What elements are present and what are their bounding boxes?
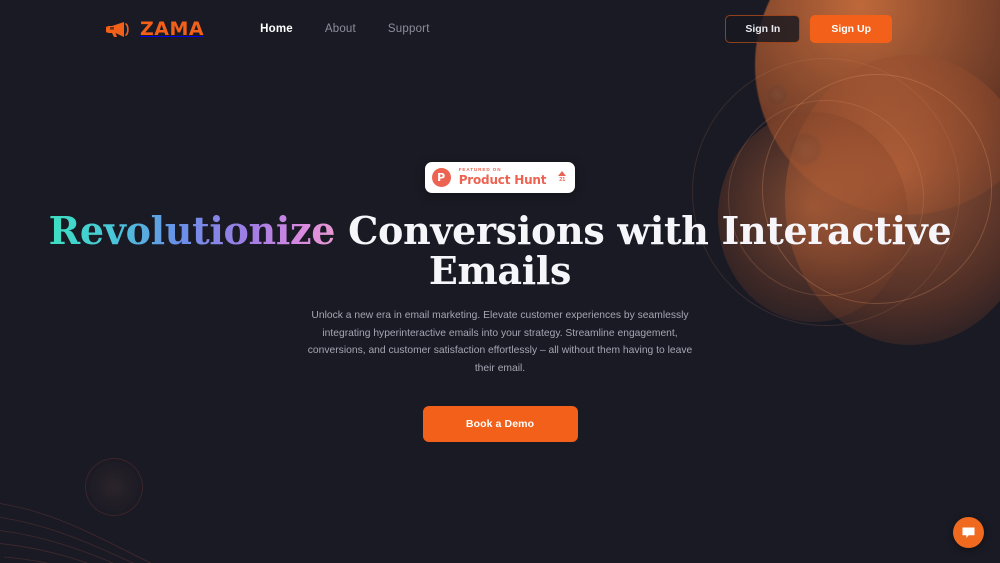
- upvote-triangle-icon: [558, 171, 567, 177]
- product-hunt-logo-icon: P: [431, 168, 451, 187]
- brand-name: ZAMA: [140, 18, 205, 40]
- site-header: ZAMA Home About Support Sign In Sign Up: [0, 0, 1000, 58]
- product-hunt-name: Product Hunt: [458, 173, 547, 188]
- brand-logo[interactable]: ZAMA: [104, 18, 204, 40]
- decorative-dark-orb: [85, 458, 143, 516]
- chat-widget-button[interactable]: [953, 517, 984, 548]
- sign-in-button[interactable]: Sign In: [725, 15, 801, 43]
- auth-actions: Sign In Sign Up: [725, 15, 892, 43]
- hero-description: Unlock a new era in email marketing. Ele…: [307, 310, 693, 375]
- megaphone-icon: [106, 22, 129, 37]
- main-nav: Home About Support: [260, 23, 430, 35]
- page-title: Revolutionize Conversions with Interacti…: [0, 211, 1000, 290]
- page-root: ZAMA Home About Support Sign In Sign Up …: [0, 0, 1000, 563]
- product-hunt-badge[interactable]: P FEATURED ON Product Hunt 21: [424, 162, 576, 193]
- product-hunt-upvote[interactable]: 21: [558, 171, 567, 184]
- nav-item-about[interactable]: About: [325, 23, 356, 35]
- nav-item-home[interactable]: Home: [260, 23, 293, 35]
- decorative-swoosh-lines: [0, 503, 152, 563]
- hero-section: P FEATURED ON Product Hunt 21 Revolution…: [0, 58, 1000, 442]
- chat-bubble-icon: [962, 527, 975, 538]
- nav-item-support[interactable]: Support: [388, 23, 430, 35]
- book-demo-button[interactable]: Book a Demo: [422, 405, 578, 442]
- upvote-count: 21: [559, 177, 566, 184]
- sign-up-button[interactable]: Sign Up: [810, 15, 892, 43]
- product-hunt-text: FEATURED ON Product Hunt: [458, 167, 547, 188]
- headline-rest: Conversions with Interactive Emails: [335, 208, 952, 293]
- headline-highlight: Revolutionize: [48, 208, 336, 253]
